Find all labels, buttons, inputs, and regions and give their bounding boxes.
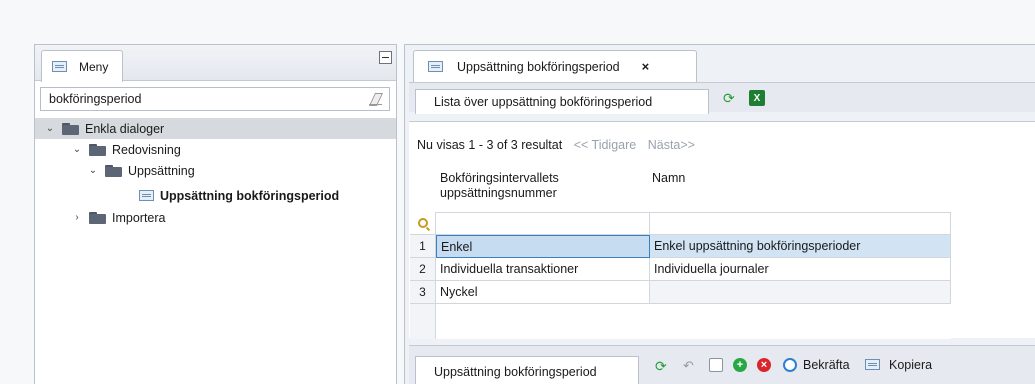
- detail-tab-label: Uppsättning bokföringsperiod: [434, 364, 597, 379]
- menu-search-value: bokföringsperiod: [49, 92, 142, 106]
- tab-uppsattning-bokforingsperiod[interactable]: Uppsättning bokföringsperiod ×: [413, 50, 697, 82]
- row-number-empty: [410, 304, 436, 339]
- row-number: 1: [410, 235, 436, 258]
- eraser-icon[interactable]: [369, 93, 383, 105]
- tree-item-uppsattning-bokforingsperiod[interactable]: Uppsättning bokföringsperiod: [35, 185, 339, 206]
- add-icon[interactable]: +: [733, 358, 747, 372]
- next-link[interactable]: Nästa>>: [648, 138, 695, 152]
- row-number: 2: [410, 258, 436, 281]
- copy-button[interactable]: Kopiera: [889, 358, 932, 372]
- tree-item-importera[interactable]: › Importera: [35, 207, 166, 228]
- undo-icon[interactable]: ↶: [683, 358, 694, 374]
- tree-item-enkla-dialoger[interactable]: ⌄ Enkla dialoger: [35, 118, 396, 139]
- folder-icon: [62, 122, 79, 135]
- search-icon: [417, 218, 428, 228]
- main-tab-label: Uppsättning bokföringsperiod: [457, 59, 620, 74]
- tree-item-label: Importera: [112, 210, 166, 225]
- form-icon: [428, 61, 443, 72]
- prev-link[interactable]: << Tidigare: [574, 138, 637, 152]
- table-cell[interactable]: Individuella transaktioner: [436, 258, 650, 281]
- result-count: Nu visas 1 - 3 of 3 resultat: [417, 138, 563, 152]
- menu-search-input[interactable]: bokföringsperiod: [40, 87, 390, 111]
- tab-list[interactable]: Lista över uppsättning bokföringsperiod: [415, 89, 709, 114]
- tree-item-label: Redovisning: [112, 142, 181, 157]
- list-toolbar: Lista över uppsättning bokföringsperiod …: [409, 82, 1035, 114]
- chevron-down-icon[interactable]: ⌄: [71, 144, 83, 155]
- tab-detail[interactable]: Uppsättning bokföringsperiod: [415, 356, 639, 384]
- menu-header: Meny: [35, 45, 396, 82]
- save-icon[interactable]: [709, 358, 723, 372]
- list-tab-label: Lista över uppsättning bokföringsperiod: [434, 95, 653, 109]
- tree-item-label: Enkla dialoger: [85, 121, 165, 136]
- confirm-button[interactable]: Bekräfta: [803, 358, 850, 372]
- list-content: Nu visas 1 - 3 of 3 resultat << Tidigare…: [409, 121, 1035, 339]
- tree-item-label: Uppsättning bokföringsperiod: [160, 188, 340, 203]
- result-summary: Nu visas 1 - 3 of 3 resultat << Tidigare…: [417, 138, 695, 152]
- table-cell[interactable]: Enkel uppsättning bokföringsperioder: [650, 235, 951, 258]
- table-cell[interactable]: Enkel: [436, 235, 650, 258]
- chevron-down-icon[interactable]: ⌄: [44, 123, 56, 134]
- table-cell[interactable]: Individuella journaler: [650, 258, 951, 281]
- folder-icon: [89, 211, 106, 224]
- menu-icon: [52, 61, 67, 72]
- table-cell[interactable]: Nyckel: [436, 281, 650, 304]
- column-header-nummer[interactable]: Bokföringsintervallets uppsättningsnumme…: [440, 171, 640, 211]
- folder-icon: [89, 143, 106, 156]
- refresh-icon[interactable]: [723, 91, 737, 105]
- menu-panel: Meny bokföringsperiod ⌄ Enkla dialoger ⌄…: [34, 44, 397, 384]
- form-icon: [139, 190, 154, 201]
- excel-export-icon[interactable]: X: [749, 90, 765, 106]
- column-header-namn[interactable]: Namn: [652, 171, 852, 211]
- main-panel: Uppsättning bokföringsperiod × Lista öve…: [404, 44, 1035, 384]
- filter-cell-namn[interactable]: [650, 212, 951, 235]
- delete-icon[interactable]: ×: [757, 358, 771, 372]
- filter-row-marker: [410, 212, 436, 235]
- filter-cell-nummer[interactable]: [436, 212, 650, 235]
- tree-item-label: Uppsättning: [128, 163, 195, 178]
- copy-icon[interactable]: [865, 359, 880, 370]
- detail-toolbar: Uppsättning bokföringsperiod ↶ + × Bekrä…: [409, 345, 1035, 384]
- results-table: Bokföringsintervallets uppsättningsnumme…: [410, 171, 951, 339]
- row-number: 3: [410, 281, 436, 304]
- menu-tab[interactable]: Meny: [41, 50, 123, 82]
- menu-tab-label: Meny: [79, 59, 109, 74]
- collapse-button[interactable]: [379, 51, 392, 64]
- confirm-icon[interactable]: [783, 358, 797, 372]
- close-icon[interactable]: ×: [642, 59, 650, 74]
- tree-item-redovisning[interactable]: ⌄ Redovisning: [35, 139, 181, 160]
- chevron-right-icon[interactable]: ›: [71, 212, 83, 223]
- refresh-icon[interactable]: [655, 359, 669, 373]
- folder-icon: [105, 164, 122, 177]
- table-cell[interactable]: [650, 281, 951, 304]
- tree-item-uppsattning[interactable]: ⌄ Uppsättning: [35, 160, 195, 181]
- chevron-down-icon[interactable]: ⌄: [87, 165, 99, 176]
